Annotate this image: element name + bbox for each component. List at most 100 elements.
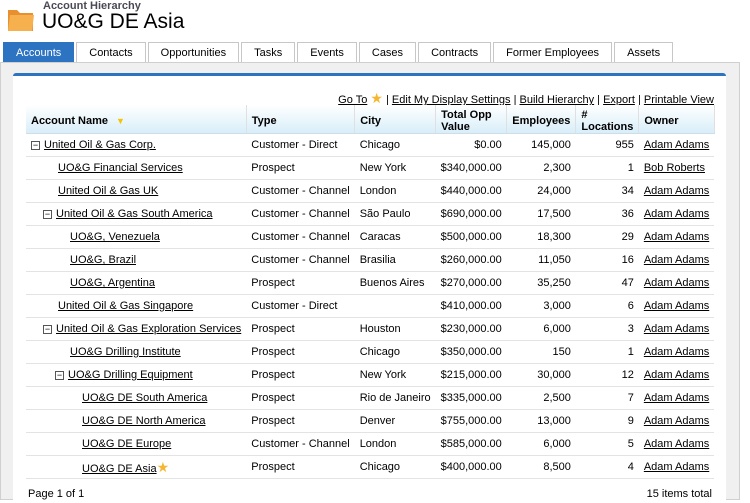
- owner-link[interactable]: Adam Adams: [644, 369, 709, 381]
- table-row: UO&G, Brazil Customer - Channel Brasilia $2…: [26, 248, 715, 272]
- account-link[interactable]: UO&G, Venezuela: [70, 231, 160, 243]
- items-total: 15 items total: [646, 488, 712, 500]
- column-header-label: Employees: [512, 115, 571, 127]
- tab-tasks[interactable]: Tasks: [241, 42, 296, 63]
- owner-link[interactable]: Adam Adams: [644, 139, 709, 151]
- account-link[interactable]: UO&G DE Europe: [82, 438, 171, 450]
- column-header-label: # Locations: [581, 109, 634, 133]
- account-link[interactable]: United Oil & Gas Corp.: [44, 139, 156, 151]
- account-link[interactable]: UO&G DE Asia: [82, 463, 157, 475]
- tab-opportunities[interactable]: Opportunities: [147, 42, 240, 63]
- opp-value-cell: $440,000.00: [435, 179, 507, 203]
- opp-value-cell: $0.00: [435, 133, 507, 157]
- type-cell: Prospect: [246, 386, 355, 410]
- tab-events[interactable]: Events: [297, 42, 357, 63]
- column-header[interactable]: Owner: [638, 105, 715, 134]
- owner-link[interactable]: Adam Adams: [644, 415, 709, 427]
- tab-contacts[interactable]: Contacts: [76, 42, 146, 63]
- column-header[interactable]: # Locations: [575, 105, 640, 134]
- hierarchy-panel: Go To ★ | Edit My Display Settings | Bui…: [13, 73, 726, 503]
- current-account-star-icon: ★: [156, 458, 170, 475]
- owner-link[interactable]: Adam Adams: [644, 323, 709, 335]
- opp-value-cell: $690,000.00: [435, 202, 507, 226]
- type-cell: Customer - Direct: [246, 133, 355, 157]
- account-link[interactable]: United Oil & Gas Exploration Services: [56, 323, 241, 335]
- table-row: UO&G DE Europe Customer - Channel London $5…: [26, 432, 715, 456]
- owner-link[interactable]: Adam Adams: [644, 254, 709, 266]
- tab-contracts[interactable]: Contracts: [418, 42, 492, 63]
- table-row: UO&G DE Asia★ Prospect Chicago $400,000.00 8…: [26, 455, 715, 479]
- locations-cell: 47: [575, 271, 639, 295]
- locations-cell: 34: [575, 179, 639, 203]
- owner-cell: Adam Adams: [638, 363, 715, 387]
- column-header[interactable]: Type: [246, 105, 356, 134]
- owner-link[interactable]: Adam Adams: [644, 208, 709, 220]
- table-row: UO&G Drilling Institute Prospect Chicago $3…: [26, 340, 715, 364]
- locations-cell: 3: [575, 317, 639, 341]
- owner-link[interactable]: Bob Roberts: [644, 162, 705, 174]
- account-link[interactable]: United Oil & Gas Singapore: [58, 300, 193, 312]
- account-link[interactable]: UO&G, Argentina: [70, 277, 155, 289]
- owner-link[interactable]: Adam Adams: [644, 346, 709, 358]
- account-link[interactable]: UO&G Financial Services: [58, 162, 183, 174]
- type-cell: Prospect: [246, 455, 355, 479]
- tab-former-employees[interactable]: Former Employees: [493, 42, 613, 63]
- account-link[interactable]: UO&G Drilling Equipment: [68, 369, 193, 381]
- owner-cell: Adam Adams: [638, 225, 715, 249]
- account-link[interactable]: UO&G Drilling Institute: [70, 346, 181, 358]
- account-name-cell: UO&G Financial Services: [26, 156, 247, 180]
- opp-value-cell: $270,000.00: [435, 271, 507, 295]
- tab-cases[interactable]: Cases: [358, 42, 417, 63]
- tab-accounts[interactable]: Accounts: [3, 42, 75, 63]
- owner-link[interactable]: Adam Adams: [644, 300, 709, 312]
- type-cell: Customer - Channel: [246, 225, 355, 249]
- column-header-label: Type: [251, 115, 277, 127]
- owner-link[interactable]: Adam Adams: [644, 461, 709, 473]
- owner-link[interactable]: Adam Adams: [644, 185, 709, 197]
- type-cell: Prospect: [246, 271, 355, 295]
- opp-value-cell: $755,000.00: [435, 409, 507, 433]
- owner-link[interactable]: Adam Adams: [644, 438, 709, 450]
- owner-link[interactable]: Adam Adams: [644, 231, 709, 243]
- table-row: UO&G DE South America Prospect Rio de Jane…: [26, 386, 715, 410]
- locations-cell: 4: [575, 455, 639, 479]
- employees-cell: 35,250: [506, 271, 576, 295]
- account-link[interactable]: United Oil & Gas UK: [58, 185, 158, 197]
- account-link[interactable]: United Oil & Gas South America: [56, 208, 213, 220]
- opp-value-cell: $215,000.00: [435, 363, 507, 387]
- collapse-toggle-icon[interactable]: −: [55, 370, 64, 380]
- tab-assets[interactable]: Assets: [614, 42, 674, 63]
- locations-cell: 29: [575, 225, 639, 249]
- account-link[interactable]: UO&G DE North America: [82, 415, 205, 427]
- type-cell: Customer - Channel: [246, 202, 355, 226]
- account-link[interactable]: UO&G DE South America: [82, 392, 207, 404]
- column-header[interactable]: Total Opp Value: [435, 105, 508, 134]
- type-cell: Customer - Channel: [246, 248, 355, 272]
- city-cell: Brasilia: [354, 248, 436, 272]
- owner-link[interactable]: Adam Adams: [644, 277, 709, 289]
- city-cell: Rio de Janeiro: [354, 386, 436, 410]
- collapse-toggle-icon[interactable]: −: [31, 140, 40, 150]
- employees-cell: 8,500: [506, 455, 576, 479]
- city-cell: Buenos Aires: [354, 271, 436, 295]
- account-name-cell: United Oil & Gas UK: [26, 179, 247, 203]
- owner-cell: Adam Adams: [638, 317, 715, 341]
- collapse-toggle-icon[interactable]: −: [43, 324, 52, 334]
- sort-arrow-icon: ▼: [116, 116, 125, 126]
- owner-cell: Adam Adams: [638, 294, 715, 318]
- city-cell: Chicago: [354, 340, 436, 364]
- column-header-label: City: [360, 115, 381, 127]
- tab-bar: Accounts Contacts Opportunities Tasks Events…: [3, 42, 674, 63]
- column-header-label: Owner: [644, 115, 679, 127]
- column-header[interactable]: City: [354, 105, 437, 134]
- owner-link[interactable]: Adam Adams: [644, 392, 709, 404]
- account-name-cell: − UO&G Drilling Equipment: [26, 363, 247, 387]
- column-header[interactable]: Account Name ▼: [26, 105, 247, 134]
- employees-cell: 18,300: [506, 225, 576, 249]
- collapse-toggle-icon[interactable]: −: [43, 209, 52, 219]
- locations-cell: 16: [575, 248, 639, 272]
- city-cell: Caracas: [354, 225, 436, 249]
- account-link[interactable]: UO&G, Brazil: [70, 254, 136, 266]
- account-name-cell: UO&G DE North America: [26, 409, 247, 433]
- column-header[interactable]: Employees: [506, 105, 577, 134]
